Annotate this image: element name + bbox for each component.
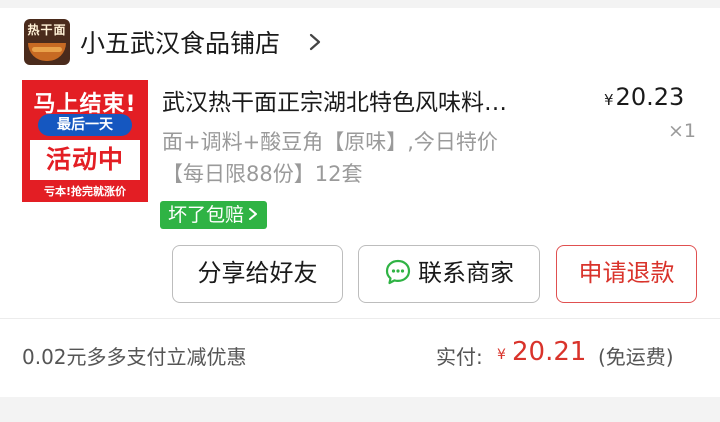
chat-icon: [385, 259, 411, 285]
product-image[interactable]: 马上结束! 最后一天 活动中 亏本!抢完就涨价: [22, 80, 148, 202]
price-value: 20.23: [615, 83, 685, 111]
payment-discount-text: 0.02元多多支付立减优惠: [22, 345, 247, 369]
chevron-right-icon[interactable]: [304, 27, 326, 57]
promo-last-day-badge: 最后一天: [38, 114, 132, 136]
chevron-right-icon: [249, 208, 258, 220]
paid-currency: ¥: [497, 347, 506, 363]
request-refund-button[interactable]: 申请退款: [556, 245, 697, 303]
product-title[interactable]: 武汉热干面正宗湖北特色风味料…: [162, 83, 592, 117]
bottom-separator: [0, 397, 720, 422]
promo-footer-text: 亏本!抢完就涨价: [43, 185, 127, 198]
guarantee-label: 坏了包赔: [168, 204, 245, 226]
noodle-graphic: [32, 47, 62, 52]
shipping-note: (免运费): [598, 345, 674, 369]
product-spec: 面+调料+酸豆角【原味】,今日特价 【每日限88份】12套: [162, 126, 582, 190]
price-currency: ¥: [604, 91, 614, 109]
product-quantity: ×1: [668, 120, 697, 142]
contact-seller-label: 联系商家: [418, 259, 514, 287]
paid-label: 实付:: [436, 345, 483, 369]
divider: [0, 318, 720, 319]
store-logo-text: 热干面: [27, 23, 67, 37]
paid-amount: 20.21: [512, 337, 587, 367]
contact-seller-button[interactable]: 联系商家: [358, 245, 540, 303]
spec-line-2: 【每日限88份】12套: [162, 162, 363, 186]
promo-activity-box: 活动中: [30, 140, 140, 180]
bowl-graphic: [28, 43, 66, 61]
store-logo[interactable]: 热干面: [24, 19, 70, 65]
share-button[interactable]: 分享给好友: [172, 245, 343, 303]
product-price: ¥20.23: [604, 83, 684, 111]
spec-line-1: 面+调料+酸豆角【原味】,今日特价: [162, 130, 498, 154]
store-name-link[interactable]: 小五武汉食品铺店: [80, 24, 280, 60]
top-separator: [0, 0, 720, 8]
guarantee-badge[interactable]: 坏了包赔: [160, 201, 268, 229]
